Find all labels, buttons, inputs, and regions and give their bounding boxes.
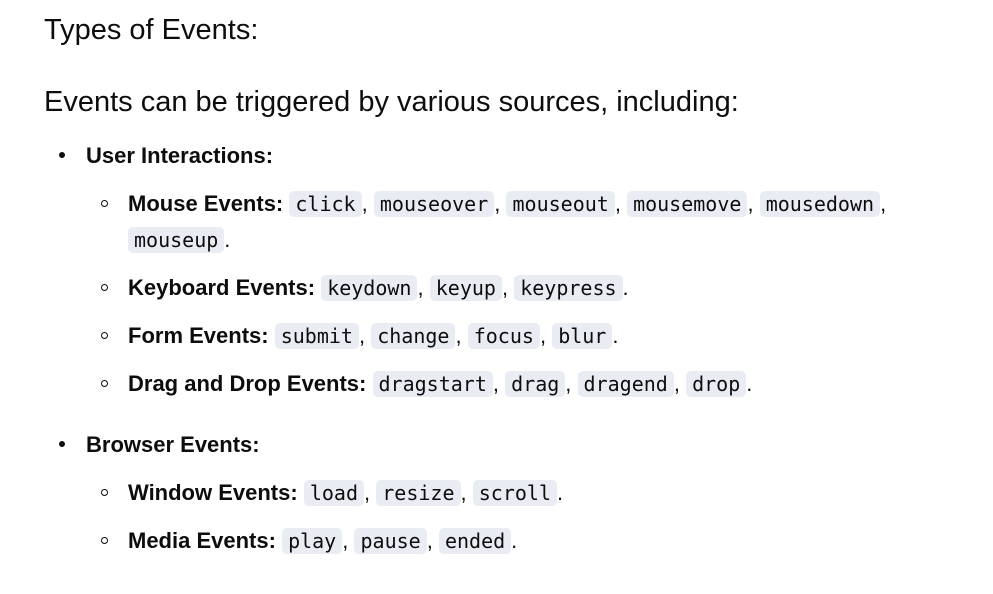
period: . [224,227,231,252]
comma: , [460,480,467,505]
comma: , [673,371,680,396]
comma: , [492,371,499,396]
code-mouseout: mouseout [506,191,615,217]
list-item-user-interactions: User Interactions: Mouse Events: click, … [44,140,959,402]
comma: , [455,323,462,348]
comma: , [614,191,621,216]
code-mousemove: mousemove [627,191,748,217]
item-label: Window Events: [128,480,298,505]
period: . [746,371,753,396]
code-ended: ended [438,528,512,554]
code-click: click [289,191,362,217]
code-drag: drag [505,371,566,397]
item-label: Form Events: [128,323,269,348]
period: . [557,480,564,505]
list-item-drag-drop-events: Drag and Drop Events: dragstart, drag, d… [86,366,959,402]
code-scroll: scroll [472,480,557,506]
disc-bullet-icon [59,441,65,447]
period: . [612,323,619,348]
comma: , [364,480,371,505]
circle-bullet-icon [101,200,108,207]
code-dragend: dragend [577,371,674,397]
code-pause: pause [354,528,427,554]
group-label: Browser Events: [86,432,260,457]
browser-events-sublist: Window Events: load, resize, scroll. Med… [86,475,959,559]
item-label: Drag and Drop Events: [128,371,367,396]
group-label: User Interactions: [86,143,274,168]
list-item-mouse-events: Mouse Events: click, mouseover, mouseout… [86,186,959,258]
intro-paragraph: Events can be triggered by various sourc… [44,86,739,118]
comma: , [880,191,887,216]
item-label: Mouse Events: [128,191,284,216]
comma: , [426,528,433,553]
item-label: Media Events: [128,528,276,553]
user-interactions-sublist: Mouse Events: click, mouseover, mouseout… [86,186,959,402]
event-source-list: User Interactions: Mouse Events: click, … [44,140,959,586]
code-keydown: keydown [321,275,418,301]
item-label: Keyboard Events: [128,275,316,300]
comma: , [747,191,754,216]
comma: , [342,528,349,553]
period: . [511,528,518,553]
code-focus: focus [467,323,540,349]
code-blur: blur [552,323,613,349]
code-drop: drop [686,371,747,397]
list-item-keyboard-events: Keyboard Events: keydown, keyup, keypres… [86,270,959,306]
list-item-form-events: Form Events: submit, change, focus, blur… [86,318,959,354]
code-dragstart: dragstart [372,371,493,397]
period: . [622,275,629,300]
comma: , [565,371,572,396]
list-item-browser-events: Browser Events: Window Events: load, res… [44,429,959,559]
list-item-media-events: Media Events: play, pause, ended. [86,523,959,559]
code-change: change [371,323,456,349]
code-mouseup: mouseup [128,227,225,253]
code-load: load [303,480,364,506]
code-keyup: keyup [429,275,502,301]
circle-bullet-icon [101,284,108,291]
comma: , [494,191,501,216]
code-keypress: keypress [514,275,623,301]
comma: , [539,323,547,348]
section-heading: Types of Events: [44,14,259,46]
comma: , [358,323,366,348]
code-resize: resize [376,480,461,506]
disc-bullet-icon [59,152,65,158]
code-mousedown: mousedown [759,191,881,217]
list-item-window-events: Window Events: load, resize, scroll. [86,475,959,511]
comma: , [361,191,368,216]
circle-bullet-icon [101,489,108,496]
code-submit: submit [274,323,359,349]
circle-bullet-icon [101,332,108,339]
code-play: play [282,528,343,554]
comma: , [417,275,424,300]
comma: , [501,275,509,300]
code-mouseover: mouseover [373,191,495,217]
circle-bullet-icon [101,537,108,544]
circle-bullet-icon [101,380,108,387]
